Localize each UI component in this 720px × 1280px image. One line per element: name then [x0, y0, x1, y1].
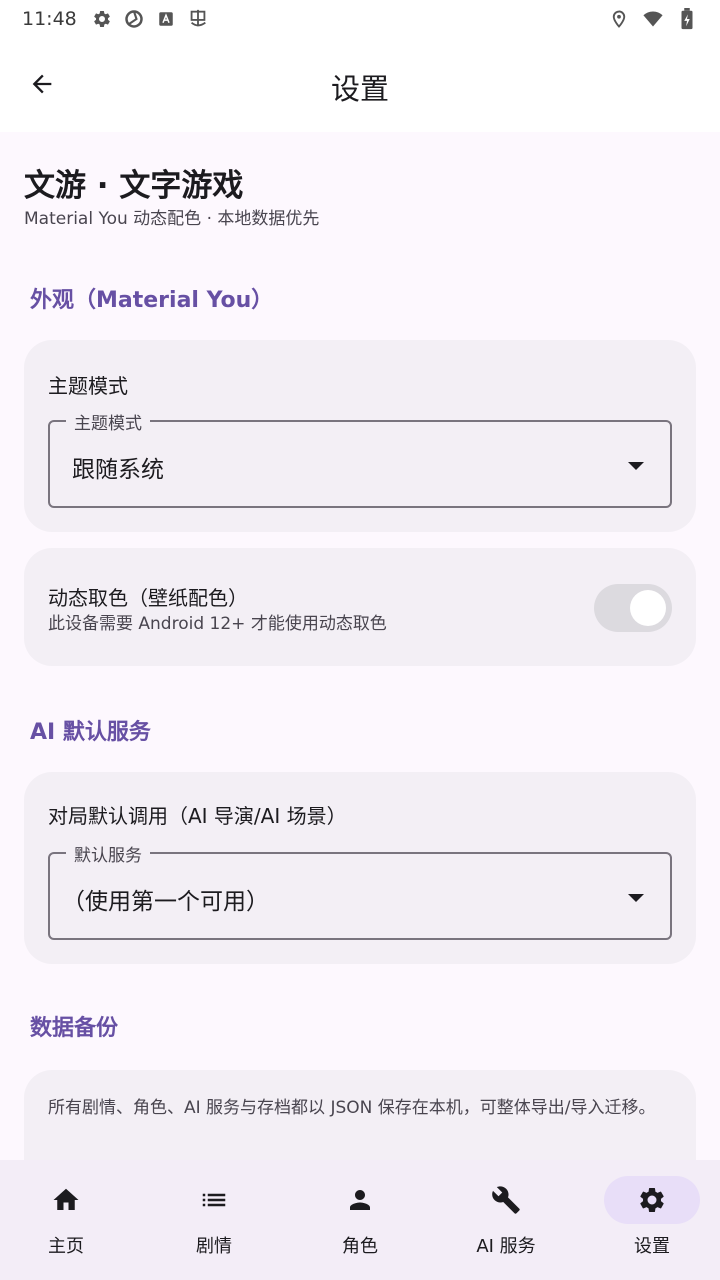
theme-mode-label: 主题模式 — [48, 374, 128, 398]
dynamic-color-card: 动态取色（壁纸配色） 此设备需要 Android 12+ 才能使用动态取色 — [24, 548, 696, 666]
ai-service-field-label: 默认服务 — [66, 841, 150, 866]
gear-icon — [640, 1188, 664, 1212]
ai-default-card: 对局默认调用（AI 导演/AI 场景） 默认服务 （使用第一个可用） — [24, 772, 696, 964]
person-icon — [350, 1190, 370, 1210]
nav-pill — [312, 1176, 408, 1224]
aperture-icon — [123, 8, 145, 30]
backup-card: 所有剧情、角色、AI 服务与存档都以 JSON 保存在本机，可整体导出/导入迁移… — [24, 1070, 696, 1160]
settings-content[interactable]: 文游 · 文字游戏 Material You 动态配色 · 本地数据优先 外观（… — [0, 132, 720, 1160]
status-time: 11:48 — [22, 8, 77, 30]
home-icon — [53, 1188, 79, 1210]
app-name: 文游 · 文字游戏 — [24, 168, 244, 204]
status-icons-left — [91, 8, 209, 30]
app-subtitle: Material You 动态配色 · 本地数据优先 — [24, 209, 320, 229]
section-title-appearance: 外观（Material You） — [30, 288, 274, 313]
nav-item-character[interactable]: 角色 — [288, 1160, 432, 1280]
list-icon — [202, 1193, 226, 1207]
nav-label-home: 主页 — [48, 1236, 84, 1257]
nav-pill-active — [604, 1176, 700, 1224]
dynamic-color-switch[interactable] — [594, 584, 672, 632]
ai-default-label: 对局默认调用（AI 导演/AI 场景） — [48, 804, 347, 828]
nav-pill — [18, 1176, 114, 1224]
nav-pill — [166, 1176, 262, 1224]
nav-label-story: 剧情 — [196, 1236, 232, 1257]
gear-icon — [91, 8, 113, 30]
nav-label-settings: 设置 — [634, 1236, 670, 1257]
dropdown-arrow-icon — [628, 894, 644, 902]
backup-desc: 所有剧情、角色、AI 服务与存档都以 JSON 保存在本机，可整体导出/导入迁移… — [48, 1098, 656, 1118]
bug-icon — [187, 8, 209, 30]
page-title: 设置 — [330, 72, 389, 106]
theme-mode-field-label: 主题模式 — [66, 409, 150, 434]
dynamic-color-desc: 此设备需要 Android 12+ 才能使用动态取色 — [48, 614, 387, 634]
location-icon — [608, 8, 630, 30]
wifi-icon — [642, 8, 664, 30]
nav-label-character: 角色 — [342, 1236, 378, 1257]
nav-item-home[interactable]: 主页 — [0, 1160, 138, 1280]
section-title-ai: AI 默认服务 — [30, 720, 151, 745]
theme-mode-card: 主题模式 主题模式 跟随系统 — [24, 340, 696, 532]
nav-label-ai-service: AI 服务 — [476, 1236, 536, 1257]
nav-item-story[interactable]: 剧情 — [142, 1160, 286, 1280]
wrench-icon — [492, 1186, 520, 1214]
ai-service-dropdown[interactable]: 默认服务 （使用第一个可用） — [48, 841, 672, 940]
dynamic-color-label: 动态取色（壁纸配色） — [48, 586, 248, 610]
nav-item-ai-service[interactable]: AI 服务 — [434, 1160, 578, 1280]
ai-service-value: （使用第一个可用） — [62, 889, 269, 915]
a-box-icon — [155, 8, 177, 30]
dropdown-arrow-icon — [628, 462, 644, 470]
nav-item-settings[interactable]: 设置 — [580, 1160, 720, 1280]
bottom-navigation: 主页 剧情 角色 AI 服务 设置 — [0, 1160, 720, 1280]
status-icons-right — [608, 8, 698, 30]
status-bar: 11:48 — [0, 0, 720, 38]
theme-mode-dropdown[interactable]: 主题模式 跟随系统 — [48, 409, 672, 508]
section-title-backup: 数据备份 — [30, 1016, 119, 1041]
app-bar: 设置 — [0, 38, 720, 132]
switch-thumb — [630, 590, 666, 626]
battery-icon — [676, 8, 698, 30]
nav-pill — [458, 1176, 554, 1224]
theme-mode-value: 跟随系统 — [72, 457, 164, 483]
